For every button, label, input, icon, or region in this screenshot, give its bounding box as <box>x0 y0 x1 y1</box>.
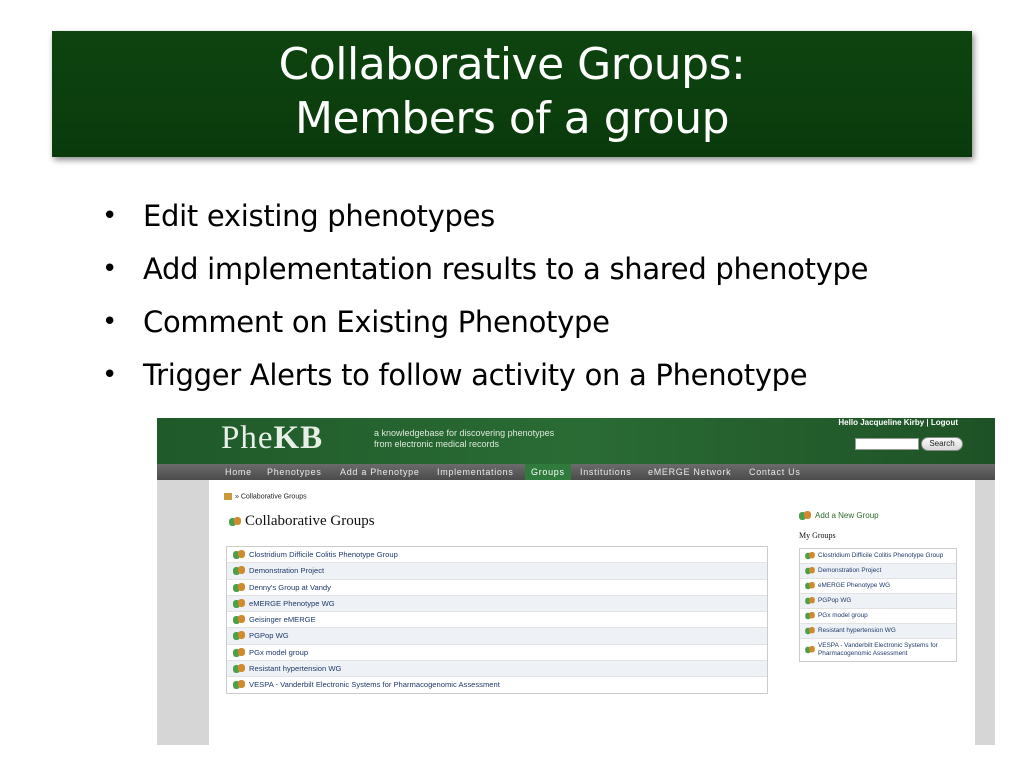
group-row[interactable]: VESPA - Vanderbilt Electronic Systems fo… <box>227 677 767 692</box>
group-row[interactable]: eMERGE Phenotype WG <box>227 595 767 613</box>
content-panel: » Collaborative Groups Collaborative Gro… <box>209 480 975 745</box>
group-icon <box>233 680 245 690</box>
group-icon <box>233 566 245 576</box>
nav-phenotypes[interactable]: Phenotypes <box>267 464 322 480</box>
group-row[interactable]: Denny's Group at Vandy <box>227 580 767 596</box>
group-icon <box>233 631 245 641</box>
bullet-item: • Edit existing phenotypes <box>102 199 495 233</box>
bullet-item: • Add implementation results to a shared … <box>102 252 869 286</box>
group-icon <box>229 516 241 527</box>
group-row[interactable]: PGPop WG <box>227 628 767 645</box>
group-row[interactable]: PGx model group <box>227 645 767 662</box>
nav-contact-us[interactable]: Contact Us <box>749 464 801 480</box>
slide-title-line-1: Collaborative Groups: <box>278 39 746 90</box>
add-new-group-link[interactable]: Add a New Group <box>799 511 879 521</box>
my-groups-list: Clostridium Difficile Colitis Phenotype … <box>799 548 957 662</box>
group-icon <box>805 567 815 575</box>
page-title: Collaborative Groups <box>229 513 375 530</box>
groups-table: Clostridium Difficile Colitis Phenotype … <box>226 546 768 694</box>
group-icon <box>233 664 245 674</box>
group-row[interactable]: Resistant hypertension WG <box>227 661 767 678</box>
nav-add-phenotype[interactable]: Add a Phenotype <box>340 464 420 480</box>
group-icon <box>805 552 815 560</box>
bullet-item: • Comment on Existing Phenotype <box>102 305 610 339</box>
breadcrumb-current: Collaborative Groups <box>240 493 307 501</box>
group-icon <box>805 582 815 590</box>
my-group-item[interactable]: Resistant hypertension WG <box>800 624 956 639</box>
site-tagline: a knowledgebase for discovering phenotyp… <box>374 428 555 449</box>
group-icon <box>799 511 811 521</box>
bullet-text: Edit existing phenotypes <box>143 199 495 233</box>
site-header: PheKB a knowledgebase for discovering ph… <box>157 418 995 464</box>
my-group-item[interactable]: Clostridium Difficile Colitis Phenotype … <box>800 549 956 564</box>
group-icon <box>805 646 815 654</box>
my-group-item[interactable]: VESPA - Vanderbilt Electronic Systems fo… <box>800 639 956 661</box>
nav-implementations[interactable]: Implementations <box>437 464 514 480</box>
group-row[interactable]: Demonstration Project <box>227 563 767 580</box>
user-greeting-logout[interactable]: Hello Jacqueline Kirby | Logout <box>838 418 958 427</box>
phekb-logo[interactable]: PheKB <box>221 420 323 457</box>
nav-home[interactable]: Home <box>225 464 252 480</box>
home-icon[interactable] <box>224 493 232 500</box>
nav-groups[interactable]: Groups <box>525 464 571 480</box>
nav-emerge-network[interactable]: eMERGE Network <box>648 464 731 480</box>
bullet-list: • Edit existing phenotypes • Add implement… <box>102 190 869 402</box>
nav-institutions[interactable]: Institutions <box>580 464 631 480</box>
group-icon <box>233 647 245 658</box>
bullet-item: • Trigger Alerts to follow activity on a … <box>102 358 808 392</box>
group-row[interactable]: Geisinger eMERGE <box>227 612 767 629</box>
group-icon <box>233 598 245 609</box>
group-icon <box>805 597 815 605</box>
search-button[interactable]: Search <box>921 437 963 451</box>
group-icon <box>233 550 245 560</box>
breadcrumb: » Collaborative Groups <box>224 493 307 500</box>
my-groups-heading: My Groups <box>799 531 836 540</box>
slide-title-line-2: Members of a group <box>294 93 730 144</box>
bullet-text: Add implementation results to a shared p… <box>143 252 869 286</box>
main-nav: Home Phenotypes Add a Phenotype Implemen… <box>157 464 995 480</box>
bullet-text: Comment on Existing Phenotype <box>143 305 610 339</box>
bullet-text: Trigger Alerts to follow activity on a P… <box>143 358 808 392</box>
group-icon <box>805 627 815 635</box>
phekb-screenshot: PheKB a knowledgebase for discovering ph… <box>157 418 995 745</box>
group-icon <box>233 582 245 593</box>
my-group-item[interactable]: Demonstration Project <box>800 564 956 579</box>
my-group-item[interactable]: PGx model group <box>800 609 956 624</box>
group-row[interactable]: Clostridium Difficile Colitis Phenotype … <box>227 547 767 564</box>
group-icon <box>805 612 815 620</box>
my-group-item[interactable]: PGPop WG <box>800 594 956 609</box>
group-icon <box>233 615 245 625</box>
my-group-item[interactable]: eMERGE Phenotype WG <box>800 579 956 594</box>
slide-title-bar: Collaborative Groups: Members of a group <box>52 31 972 157</box>
search-input[interactable] <box>855 438 919 450</box>
